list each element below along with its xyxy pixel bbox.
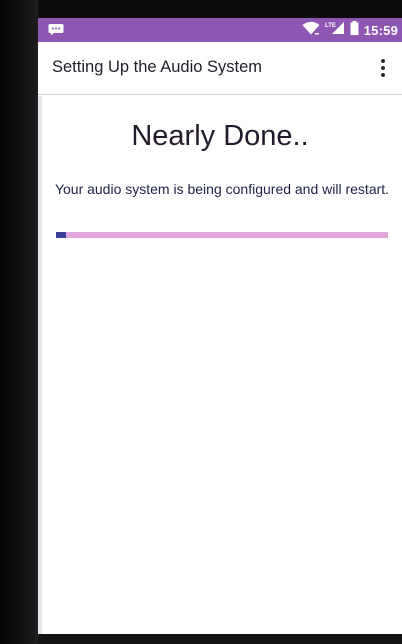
status-message: Your audio system is being configured an… [54,181,390,197]
progress-bar [56,232,388,238]
photo-background: LTE 15:59 Setting Up the Audio System Ne… [0,0,402,644]
progress-fill [56,232,66,238]
page-heading: Nearly Done.. [131,120,309,152]
content-edge [38,96,42,634]
lte-signal-icon: LTE [325,21,345,40]
setup-content: Nearly Done.. Your audio system is being… [38,96,402,634]
status-icons: LTE 15:59 [302,20,398,40]
status-clock: 15:59 [363,22,398,38]
phone-bottom-edge [38,634,402,644]
message-icon [48,23,64,36]
battery-icon [350,20,359,40]
app-bar: Setting Up the Audio System [38,42,402,95]
network-label: LTE [325,23,336,29]
wifi-icon [302,21,320,40]
phone-bezel [0,0,38,644]
phone-screen: LTE 15:59 Setting Up the Audio System Ne… [38,18,402,634]
app-title: Setting Up the Audio System [52,58,263,76]
status-bar: LTE 15:59 [38,18,402,42]
more-vert-icon[interactable] [372,54,394,82]
